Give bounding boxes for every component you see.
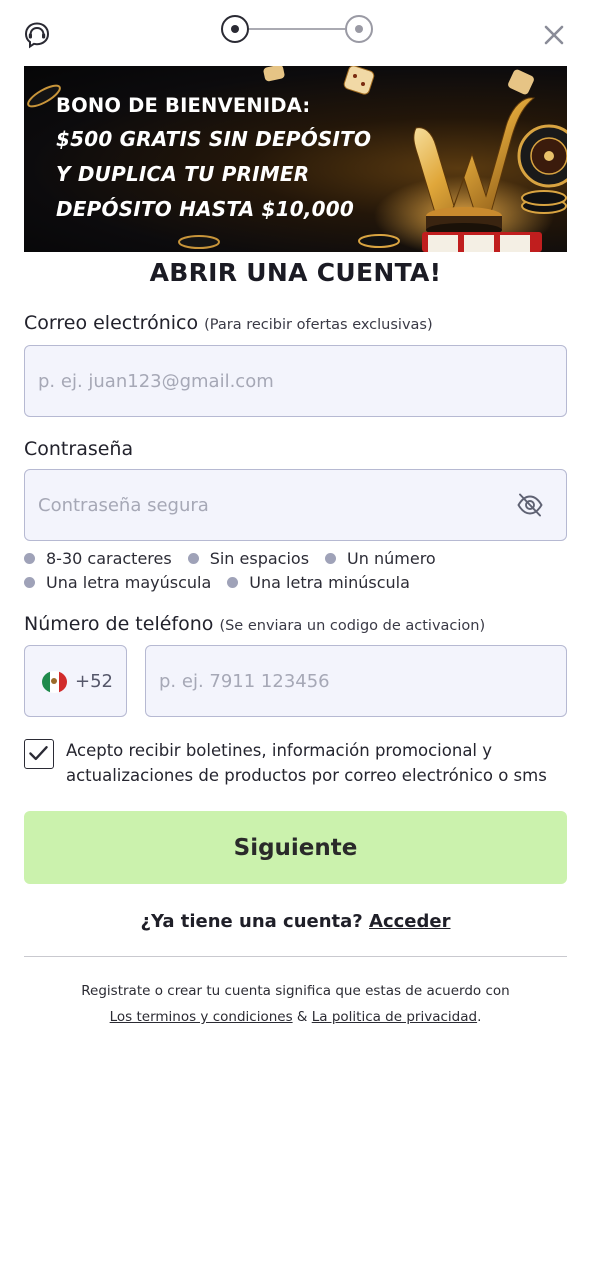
privacy-link[interactable]: La politica de privacidad xyxy=(312,1009,477,1025)
eye-off-icon[interactable] xyxy=(516,492,544,518)
email-label-text: Correo electrónico xyxy=(24,312,199,334)
banner-line-3: Y DUPLICA TU PRIMER xyxy=(56,162,310,186)
rule-text: Una letra mayúscula xyxy=(46,572,212,592)
rule-text: Un número xyxy=(347,548,436,568)
email-field[interactable] xyxy=(24,345,567,417)
password-label-text: Contraseña xyxy=(24,438,134,460)
password-label: Contraseña xyxy=(24,438,133,460)
banner-text: BONO DE BIENVENIDA: $500 GRATIS SIN DEPÓ… xyxy=(56,90,416,227)
banner-line-2: $500 GRATIS SIN DEPÓSITO xyxy=(56,127,372,151)
have-account-text: ¿Ya tiene una cuenta? xyxy=(140,911,363,932)
top-bar xyxy=(0,0,591,66)
welcome-bonus-banner[interactable]: BONO DE BIENVENIDA: $500 GRATIS SIN DEPÓ… xyxy=(24,66,567,252)
rule-dot xyxy=(187,552,199,564)
step-indicator xyxy=(221,15,373,43)
country-code-select[interactable]: +52 xyxy=(24,645,127,717)
legal-notice: Registrate o crear tu cuenta significa q… xyxy=(0,978,591,1030)
consent-text: Acepto recibir boletines, información pr… xyxy=(66,741,547,785)
mexico-flag-icon xyxy=(42,671,67,693)
password-rules: 8-30 caracteres Sin espacios Un número U… xyxy=(24,546,564,594)
banner-line-1: BONO DE BIENVENIDA: xyxy=(56,94,311,117)
email-label: Correo electrónico (Para recibir ofertas… xyxy=(24,312,433,334)
rule-lowercase: Una letra minúscula xyxy=(227,573,410,592)
phone-input[interactable] xyxy=(146,646,566,716)
phone-hint: (Se enviara un codigo de activacion) xyxy=(219,618,486,634)
rule-text: Sin espacios xyxy=(209,548,310,568)
close-icon[interactable] xyxy=(541,22,567,48)
phone-label: Número de teléfono (Se enviara un codigo… xyxy=(24,613,485,635)
banner-line-4: DEPÓSITO HASTA $10,000 xyxy=(56,197,355,221)
password-field[interactable] xyxy=(24,469,567,541)
headset-icon[interactable] xyxy=(22,20,52,50)
rule-length: 8-30 caracteres xyxy=(24,549,172,568)
divider xyxy=(24,956,567,957)
rule-number: Un número xyxy=(325,549,436,568)
password-input[interactable] xyxy=(25,470,566,540)
phone-label-text: Número de teléfono xyxy=(24,613,214,635)
login-prompt: ¿Ya tiene una cuenta? Acceder xyxy=(0,911,591,932)
legal-text: Registrate o crear tu cuenta significa q… xyxy=(81,983,510,999)
email-hint: (Para recibir ofertas exclusivas) xyxy=(204,317,433,333)
rule-no-spaces: Sin espacios xyxy=(187,548,310,568)
legal-connector: & xyxy=(296,1009,308,1025)
rule-dot xyxy=(24,552,35,564)
consent-checkbox[interactable] xyxy=(24,739,54,769)
dial-code: +52 xyxy=(75,671,113,692)
page-title: ABRIR UNA CUENTA! xyxy=(149,258,442,287)
rule-text: Una letra minúscula xyxy=(249,572,410,592)
rule-uppercase: Una letra mayúscula xyxy=(24,573,211,592)
email-input[interactable] xyxy=(25,346,566,416)
checkmark-icon xyxy=(29,746,48,761)
rule-dot xyxy=(325,552,337,564)
rule-text: 8-30 caracteres xyxy=(46,548,172,568)
phone-field[interactable] xyxy=(145,645,567,717)
next-button[interactable]: Siguiente xyxy=(24,811,567,884)
rule-dot xyxy=(227,576,239,588)
rule-dot xyxy=(24,576,35,588)
terms-link[interactable]: Los terminos y condiciones xyxy=(110,1009,293,1025)
login-link[interactable]: Acceder xyxy=(369,911,450,932)
legal-end: . xyxy=(477,1009,482,1025)
